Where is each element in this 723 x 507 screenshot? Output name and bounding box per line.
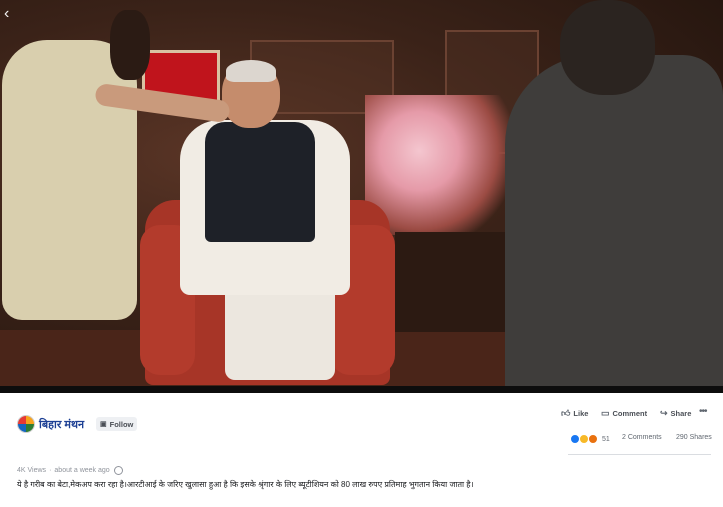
comment-label: Comment bbox=[612, 408, 648, 418]
standing-woman bbox=[2, 40, 137, 320]
thumbs-up-icon: 👍︎ bbox=[561, 407, 571, 418]
video-bottom-bar bbox=[0, 386, 723, 393]
follow-button[interactable]: ▣ Follow bbox=[96, 417, 138, 431]
globe-icon bbox=[113, 466, 123, 475]
side-table bbox=[395, 232, 510, 332]
video-frame bbox=[0, 0, 723, 386]
divider bbox=[568, 454, 711, 455]
foreground-man bbox=[505, 55, 723, 386]
comment-icon: ▭ bbox=[601, 407, 610, 418]
shares-count[interactable]: 290 Shares bbox=[676, 434, 712, 441]
reactions-summary[interactable]: 51 bbox=[570, 433, 610, 445]
post-meta: 4K Views · about a week ago bbox=[17, 466, 123, 475]
follow-label: Follow bbox=[109, 419, 134, 429]
reactions-count: 51 bbox=[602, 435, 610, 443]
like-button[interactable]: 👍︎ Like bbox=[561, 406, 588, 420]
views-count: 4K Views bbox=[17, 467, 47, 474]
comments-count[interactable]: 2 Comments bbox=[622, 434, 662, 441]
post-caption: ये है गरीब का बेटा,मेकअप करा रहा है।आरटी… bbox=[17, 480, 474, 489]
angry-reaction-icon bbox=[588, 434, 598, 444]
share-label: Share bbox=[670, 408, 692, 418]
page-header: बिहार मंथन bbox=[17, 414, 84, 434]
separator: · bbox=[49, 467, 52, 474]
post-time[interactable]: about a week ago bbox=[54, 467, 109, 474]
like-label: Like bbox=[573, 408, 589, 418]
seated-man-hair bbox=[226, 60, 276, 82]
page-avatar[interactable] bbox=[17, 415, 35, 433]
foreground-man-head bbox=[560, 0, 655, 95]
video-player[interactable]: ‹ bbox=[0, 0, 723, 393]
chevron-left-icon[interactable]: ‹ bbox=[4, 6, 18, 22]
comment-button[interactable]: ▭ Comment bbox=[601, 406, 647, 420]
seated-man-vest bbox=[205, 122, 315, 242]
page-name[interactable]: बिहार मंथन bbox=[39, 417, 84, 432]
flower-arrangement bbox=[365, 95, 520, 235]
share-button[interactable]: ↪ Share bbox=[660, 406, 691, 420]
follow-icon: ▣ bbox=[100, 421, 107, 428]
ellipsis-icon[interactable]: ••• bbox=[699, 406, 707, 417]
standing-woman-head bbox=[110, 10, 150, 80]
share-icon: ↪ bbox=[660, 407, 668, 418]
